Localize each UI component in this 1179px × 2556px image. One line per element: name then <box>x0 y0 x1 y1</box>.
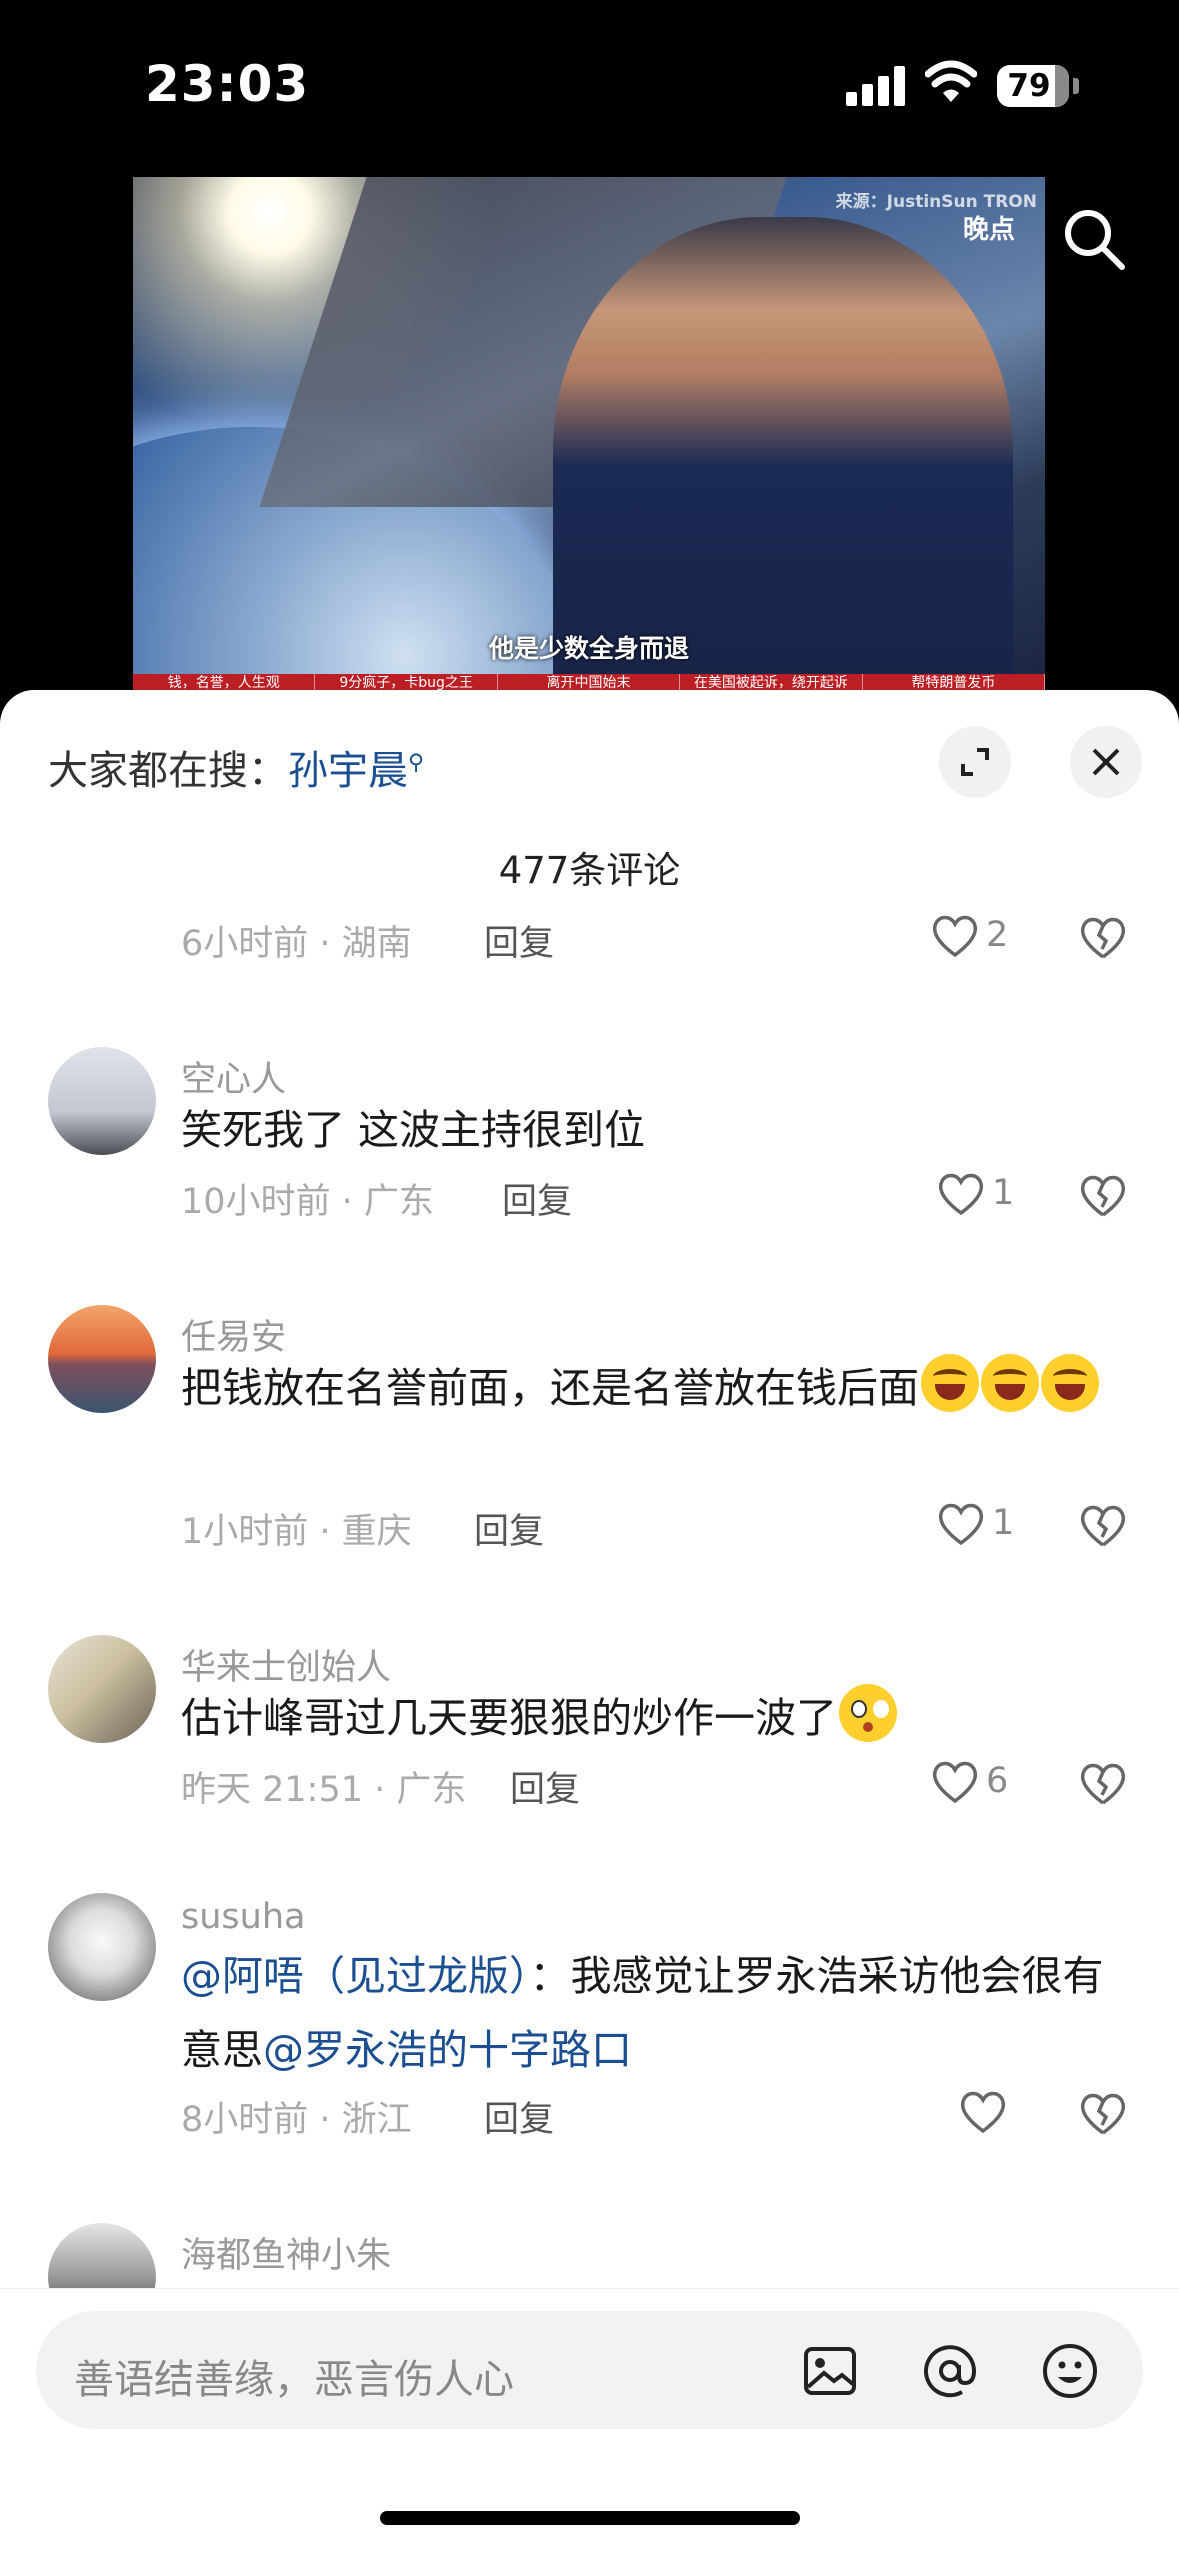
close-button[interactable] <box>1070 726 1142 798</box>
image-icon[interactable] <box>800 2341 860 2401</box>
video-brand: 晚点 <box>962 215 1015 245</box>
battery-level: 79 <box>1007 68 1051 104</box>
comment-text: 估计峰哥过几天要狠狠的炒作一波了 <box>181 1681 1131 1755</box>
broken-heart-icon[interactable] <box>1078 1171 1128 1219</box>
like-count: 6 <box>986 1761 1009 1801</box>
reply-button[interactable]: 回复 <box>484 915 554 966</box>
comment-meta: 8小时前 · 浙江 <box>181 2100 412 2140</box>
heart-icon <box>938 1503 984 1546</box>
video-subtitle: 他是少数全身而退 <box>488 634 689 663</box>
laugh-cry-emoji-icon <box>981 1354 1039 1412</box>
comment-meta: 昨天 21:51 · 广东 <box>181 1770 467 1810</box>
broken-heart-icon[interactable] <box>1078 2089 1128 2137</box>
reply-button[interactable]: 回复 <box>484 2091 554 2142</box>
close-icon <box>1092 748 1120 776</box>
comment-input-placeholder: 善语结善缘，恶言伤人心 <box>74 2357 514 2403</box>
mention-link[interactable]: @阿唔（见过龙版） <box>181 1952 530 2000</box>
avatar[interactable] <box>48 1047 156 1155</box>
comment-meta: 10小时前 · 广东 <box>181 1182 434 1222</box>
heart-icon <box>938 1173 984 1216</box>
at-icon[interactable] <box>920 2341 980 2401</box>
status-time: 23:03 <box>145 55 310 113</box>
broken-heart-icon[interactable] <box>1078 1501 1128 1549</box>
avatar[interactable] <box>48 1305 156 1413</box>
reply-button[interactable]: 回复 <box>474 1503 544 1554</box>
like-count: 2 <box>986 915 1009 955</box>
laugh-cry-emoji-icon <box>1041 1354 1099 1412</box>
comment-count: 477条评论 <box>498 849 681 892</box>
battery-icon: 79 <box>997 65 1079 107</box>
comment-text: @阿唔（见过龙版）：我感觉让罗永浩采访他会很有意思@罗永浩的十字路口 <box>181 1939 1141 2087</box>
comment-input-bar: 善语结善缘，恶言伤人心 <box>0 2288 1179 2556</box>
search-icon: ⚲ <box>408 750 425 776</box>
mention-link[interactable]: @罗永浩的十字路口 <box>263 2026 632 2074</box>
comment-text-body: 把钱放在名誉前面，还是名誉放在钱后面 <box>181 1364 919 1412</box>
comment-text: 笑死我了 这波主持很到位 <box>181 1106 646 1154</box>
like-count: 1 <box>992 1173 1015 1213</box>
comment-username[interactable]: susuha <box>181 1897 305 1937</box>
comment-username[interactable]: 海都鱼神小朱 <box>181 2227 391 2278</box>
wifi-icon <box>925 60 977 102</box>
emoji-icon[interactable] <box>1040 2341 1100 2401</box>
search-icon[interactable] <box>1060 205 1130 275</box>
avatar[interactable] <box>48 1635 156 1743</box>
hot-search[interactable]: 大家都在搜：孙宇晨⚲ <box>48 738 424 796</box>
reply-button[interactable]: 回复 <box>510 1761 580 1812</box>
comment-text-body: 估计峰哥过几天要狠狠的炒作一波了 <box>181 1694 837 1742</box>
video-person <box>553 217 1013 692</box>
hot-search-keyword[interactable]: 孙宇晨 <box>288 748 408 794</box>
like-count: 1 <box>992 1503 1015 1543</box>
avatar[interactable] <box>48 1893 156 2001</box>
heart-icon <box>960 2091 1006 2134</box>
expand-button[interactable] <box>939 726 1011 798</box>
heart-icon <box>932 915 978 958</box>
hot-search-prefix: 大家都在搜： <box>48 748 288 794</box>
broken-heart-icon[interactable] <box>1078 913 1128 961</box>
home-indicator <box>380 2511 800 2525</box>
comment-input[interactable]: 善语结善缘，恶言伤人心 <box>36 2311 1143 2429</box>
laugh-cry-emoji-icon <box>921 1354 979 1412</box>
video-player[interactable]: 来源：JustinSun TRON 晚点 他是少数全身而退 钱，名誉，人生观 9… <box>133 177 1045 692</box>
heart-icon <box>932 1761 978 1804</box>
reply-button[interactable]: 回复 <box>502 1173 572 1224</box>
comment-meta: 1小时前 · 重庆 <box>181 1512 412 1552</box>
comment-panel: 大家都在搜：孙宇晨⚲ 477条评论 6小时前 · 湖南 回复 2 空心人 笑死我… <box>0 690 1179 2556</box>
shy-emoji-icon <box>839 1684 897 1742</box>
comment-text: 把钱放在名誉前面，还是名誉放在钱后面 <box>181 1351 1121 1425</box>
signal-icon <box>846 66 906 106</box>
broken-heart-icon[interactable] <box>1078 1759 1128 1807</box>
comment-meta: 6小时前 · 湖南 <box>181 924 412 964</box>
expand-icon <box>961 748 989 776</box>
